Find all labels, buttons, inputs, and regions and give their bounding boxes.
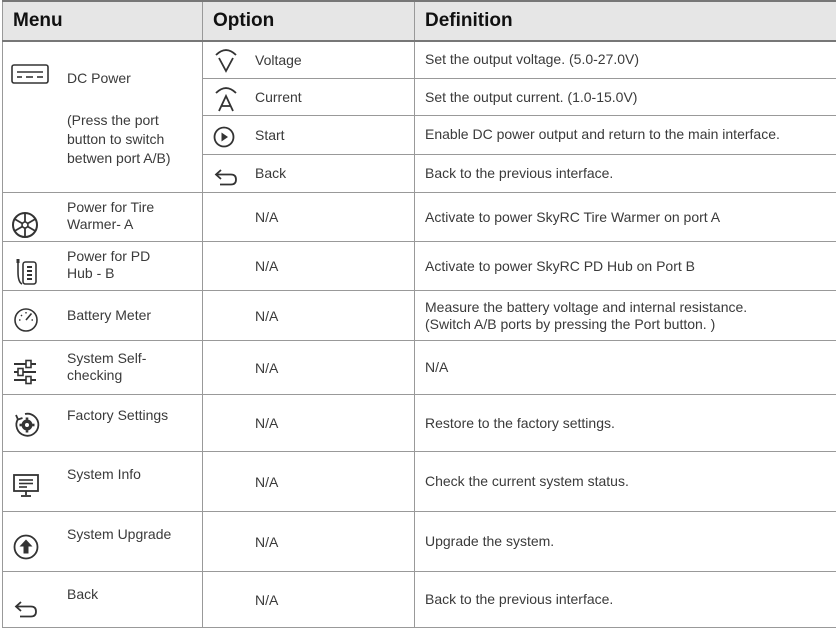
header-menu: Menu [2, 0, 203, 42]
menu-factory-settings: Factory Settings [2, 394, 203, 452]
menu-system-upgrade: System Upgrade [2, 511, 203, 572]
dc-power-note-line-3: betwen port A/B) [67, 150, 171, 166]
system-info-monitor-icon [13, 474, 39, 498]
table-row: System Self- checking N/A N/A [2, 340, 836, 395]
back-arrow-icon [13, 599, 39, 619]
header-definition: Definition [414, 0, 836, 42]
table-row: System Upgrade N/A Upgrade the system. [2, 511, 836, 572]
dc-power-note-line-2: button to switch [67, 131, 165, 147]
header-option: Option [202, 0, 415, 42]
tire-warmer-icon [11, 211, 39, 239]
table-row: Battery Meter N/A Measure the battery vo… [2, 290, 836, 341]
voltage-chevron-icon [213, 46, 239, 74]
battery-meter-icon [13, 307, 39, 333]
factory-settings-gear-icon [13, 411, 41, 439]
header-row: Menu Option Definition [2, 0, 836, 42]
menu-pd-hub: Power for PD Hub - B [2, 241, 203, 291]
menu-self-check: System Self- checking [2, 340, 203, 395]
table-row: Back N/A Back to the previous interface. [2, 571, 836, 628]
definition-back: Back to the previous interface. [414, 153, 836, 194]
table-row: DC Power (Press the port button to switc… [2, 40, 836, 193]
dc-power-note-line-1: (Press the port [67, 112, 159, 128]
option-back: Back [202, 153, 415, 194]
definition-start: Enable DC power output and return to the… [414, 115, 836, 155]
option-current: Current [202, 77, 415, 117]
menu-tire-warmer: Power for Tire Warmer- A [2, 192, 203, 242]
play-circle-icon [213, 126, 235, 148]
menu-battery-meter: Battery Meter [2, 290, 203, 341]
table-row: Power for PD Hub - B N/A Activate to pow… [2, 241, 836, 291]
table-row: Power for Tire Warmer- A N/A Activate to… [2, 192, 836, 242]
self-check-sliders-icon [13, 359, 37, 385]
menu-back: Back [2, 571, 203, 628]
menu-options-table: Menu Option Definition DC Power (Press t… [2, 0, 836, 641]
menu-system-info: System Info [2, 451, 203, 512]
upgrade-arrow-icon [13, 534, 39, 560]
current-chevron-icon [213, 85, 239, 113]
dc-power-icon [11, 64, 49, 84]
battery-meter-definition-line-1: Measure the battery voltage and internal… [425, 298, 748, 315]
table-row: System Info N/A Check the current system… [2, 451, 836, 512]
definition-current: Set the output current. (1.0-15.0V) [414, 77, 836, 117]
dc-power-label: DC Power [67, 70, 131, 86]
battery-meter-definition-line-2: (Switch A/B ports by pressing the Port b… [425, 315, 716, 332]
option-start: Start [202, 115, 415, 155]
definition-voltage: Set the output voltage. (5.0-27.0V) [414, 40, 836, 79]
table-row: Factory Settings N/A Restore to the fact… [2, 394, 836, 452]
pd-hub-icon [15, 258, 39, 286]
dc-power-menu-cell: DC Power (Press the port button to switc… [2, 40, 203, 193]
back-arrow-icon [213, 167, 239, 187]
option-voltage: Voltage [202, 40, 415, 79]
